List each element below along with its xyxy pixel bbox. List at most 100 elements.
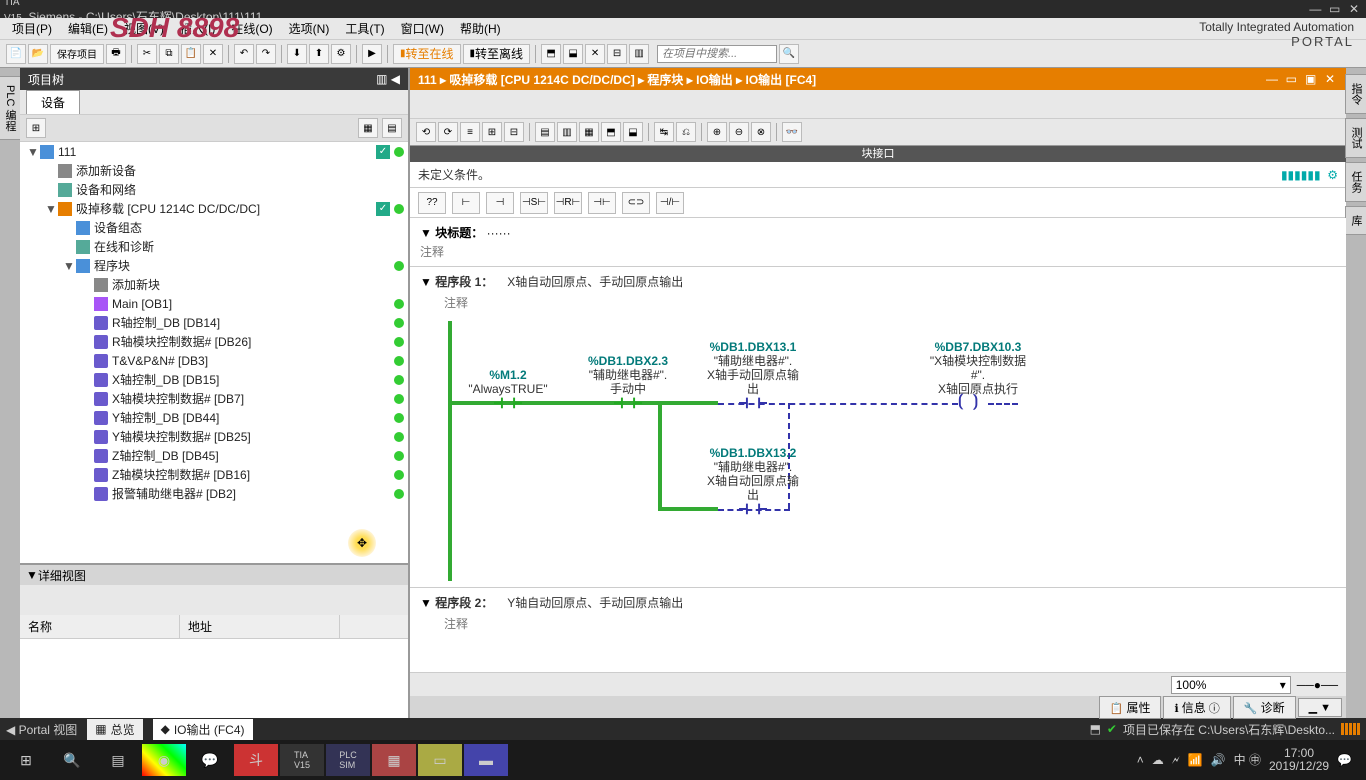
app3-icon[interactable]: 斗 — [234, 744, 278, 776]
tray-notify-icon[interactable]: 💬 — [1337, 754, 1352, 767]
et-icon-6[interactable]: ▤ — [535, 122, 555, 142]
et-icon-4[interactable]: ⊞ — [482, 122, 502, 142]
tree-collapse-icon[interactable]: ◀ — [391, 72, 400, 86]
tree-row[interactable]: ▼程序块 — [20, 256, 408, 275]
tree-row[interactable]: Y轴模块控制数据# [DB25] — [20, 427, 408, 446]
undo-icon[interactable]: ↶ — [234, 44, 254, 64]
vtab-test[interactable]: 测试 — [1345, 118, 1366, 158]
vtab-instr[interactable]: 指令 — [1345, 74, 1366, 114]
download-icon[interactable]: ⬇ — [287, 44, 307, 64]
net1-arrow[interactable]: ▼ — [420, 275, 432, 289]
lad-branch2-icon[interactable]: ⊣ — [486, 192, 514, 214]
upload-icon[interactable]: ⬆ — [309, 44, 329, 64]
app5-icon[interactable]: ▦ — [372, 744, 416, 776]
et-icon-10[interactable]: ⬓ — [623, 122, 643, 142]
ed-rest-icon[interactable]: ▣ — [1303, 72, 1319, 86]
tree-row[interactable]: 添加新设备 — [20, 161, 408, 180]
project-tree[interactable]: ▼111✓添加新设备设备和网络▼吸掉移载 [CPU 1214C DC/DC/DC… — [20, 142, 408, 563]
tray-ime[interactable]: 中 ㊥ — [1234, 754, 1261, 767]
tree-row[interactable]: 在线和诊断 — [20, 237, 408, 256]
tree-row[interactable]: ▼吸掉移载 [CPU 1214C DC/DC/DC]✓ — [20, 199, 408, 218]
tree-tool-b-icon[interactable]: ▤ — [382, 118, 402, 138]
tray-wifi-icon[interactable]: 📶 — [1188, 754, 1203, 767]
menu-online[interactable]: 在线(O) — [223, 18, 280, 39]
tb-icon-e[interactable]: ▥ — [629, 44, 649, 64]
ladder-net1[interactable]: %M1.2"AlwaysTRUE" ⊣ ⊢ %DB1.DBX2.3"辅助继电器#… — [448, 321, 1336, 581]
tree-row[interactable]: Z轴模块控制数据# [DB16] — [20, 465, 408, 484]
tree-row[interactable]: ▼111✓ — [20, 142, 408, 161]
et-glasses-icon[interactable]: 👓 — [782, 122, 802, 142]
menu-help[interactable]: 帮助(H) — [452, 18, 509, 39]
et-icon-11[interactable]: ↹ — [654, 122, 674, 142]
et-icon-7[interactable]: ▥ — [557, 122, 577, 142]
zoom-slider[interactable]: ──●── — [1297, 678, 1338, 692]
menu-tools[interactable]: 工具(T) — [337, 18, 392, 39]
tab-info[interactable]: ℹ 信息 ⓘ — [1163, 696, 1230, 719]
lad-contact-icon[interactable]: ⊣⊢ — [588, 192, 616, 214]
delete-icon[interactable]: ✕ — [203, 44, 223, 64]
net2-arrow[interactable]: ▼ — [420, 596, 432, 610]
footer-io-tab[interactable]: ◆ IO输出 (FC4) — [153, 719, 253, 740]
taskview-icon[interactable]: ▤ — [96, 744, 140, 776]
lad-no-contact-icon[interactable]: ⊣S⊢ — [520, 192, 548, 214]
menu-window[interactable]: 窗口(W) — [393, 18, 452, 39]
menu-insert[interactable]: 插入(I) — [172, 18, 223, 39]
lad-coil-icon[interactable]: ⊂⊃ — [622, 192, 650, 214]
tia-icon[interactable]: TIAV15 — [280, 744, 324, 776]
block-title-arrow[interactable]: ▼ — [420, 226, 432, 240]
tree-row[interactable]: 设备组态 — [20, 218, 408, 237]
tree-row[interactable]: R轴控制_DB [DB14] — [20, 313, 408, 332]
menu-edit[interactable]: 编辑(E) — [60, 18, 116, 39]
portal-view-button[interactable]: ◀ Portal 视图 — [6, 721, 77, 738]
vtab-plc[interactable]: PLC 编程 — [0, 76, 21, 140]
zoom-select[interactable]: 100%▾ — [1171, 676, 1291, 694]
tree-row[interactable]: X轴模块控制数据# [DB7] — [20, 389, 408, 408]
lad-not-icon[interactable]: ⊣/⊢ — [656, 192, 684, 214]
menu-project[interactable]: 项目(P) — [4, 18, 60, 39]
menu-options[interactable]: 选项(N) — [281, 18, 338, 39]
tray-cloud-icon[interactable]: ☁ — [1152, 754, 1164, 767]
et-icon-9[interactable]: ⬒ — [601, 122, 621, 142]
tree-row[interactable]: Y轴控制_DB [DB44] — [20, 408, 408, 427]
open-project-icon[interactable]: 📂 — [28, 44, 48, 64]
network-area[interactable]: ▼ 块标题： ······ 注释 ▼ 程序段 1：X轴自动回原点、手动回原点输出… — [410, 218, 1346, 672]
tree-row[interactable]: 报警辅助继电器# [DB2] — [20, 484, 408, 503]
sim-icon[interactable]: ▶ — [362, 44, 382, 64]
close-icon[interactable]: ✕ — [1346, 2, 1362, 16]
redo-icon[interactable]: ↷ — [256, 44, 276, 64]
tb-icon-c[interactable]: ✕ — [585, 44, 605, 64]
tab-diag[interactable]: 🔧 诊断 — [1233, 696, 1296, 719]
save-project-button[interactable]: 保存项目 — [50, 44, 104, 64]
tree-row[interactable]: T&V&P&N# [DB3] — [20, 351, 408, 370]
tree-hdr-icon[interactable]: ▥ — [376, 72, 387, 86]
detail-col-name[interactable]: 名称 — [20, 615, 180, 638]
vtab-task[interactable]: 任务 — [1345, 162, 1366, 202]
tree-tool-a-icon[interactable]: ▦ — [358, 118, 378, 138]
tree-row[interactable]: R轴模块控制数据# [DB26] — [20, 332, 408, 351]
new-project-icon[interactable]: 📄 — [6, 44, 26, 64]
cond-bars-icon[interactable]: ▮▮▮▮▮▮ ⚙ — [1281, 168, 1338, 182]
et-icon-15[interactable]: ⊗ — [751, 122, 771, 142]
et-icon-2[interactable]: ⟳ — [438, 122, 458, 142]
ed-min-icon[interactable]: — — [1264, 72, 1280, 86]
tb-icon-d[interactable]: ⊟ — [607, 44, 627, 64]
cut-icon[interactable]: ✂ — [137, 44, 157, 64]
maximize-icon[interactable]: ▭ — [1327, 2, 1343, 16]
go-online-button[interactable]: ▮ 转至在线 — [393, 44, 461, 64]
paste-icon[interactable]: 📋 — [181, 44, 201, 64]
tray-up-icon[interactable]: ˄ — [1137, 754, 1144, 767]
et-icon-14[interactable]: ⊖ — [729, 122, 749, 142]
ed-close-icon[interactable]: ✕ — [1322, 72, 1338, 86]
tab-devices[interactable]: 设备 — [26, 90, 80, 114]
lad-branch-icon[interactable]: ⊢ — [452, 192, 480, 214]
system-tray[interactable]: ˄ ☁ 🗲 📶 🔊 中 ㊥ 17:00 2019/12/29 💬 — [1127, 747, 1362, 773]
plcsim-icon[interactable]: PLCSIM — [326, 744, 370, 776]
tb-icon-a[interactable]: ⬒ — [541, 44, 561, 64]
footer-overview[interactable]: ▦ 总览 — [87, 719, 142, 740]
lad-help-icon[interactable]: ?? — [418, 192, 446, 214]
tree-row[interactable]: Main [OB1] — [20, 294, 408, 313]
wechat-icon[interactable]: 💬 — [188, 744, 232, 776]
print-icon[interactable]: 🖶 — [106, 44, 126, 64]
app1-icon[interactable]: ◉ — [142, 744, 186, 776]
go-offline-button[interactable]: ▮ 转至离线 — [463, 44, 531, 64]
